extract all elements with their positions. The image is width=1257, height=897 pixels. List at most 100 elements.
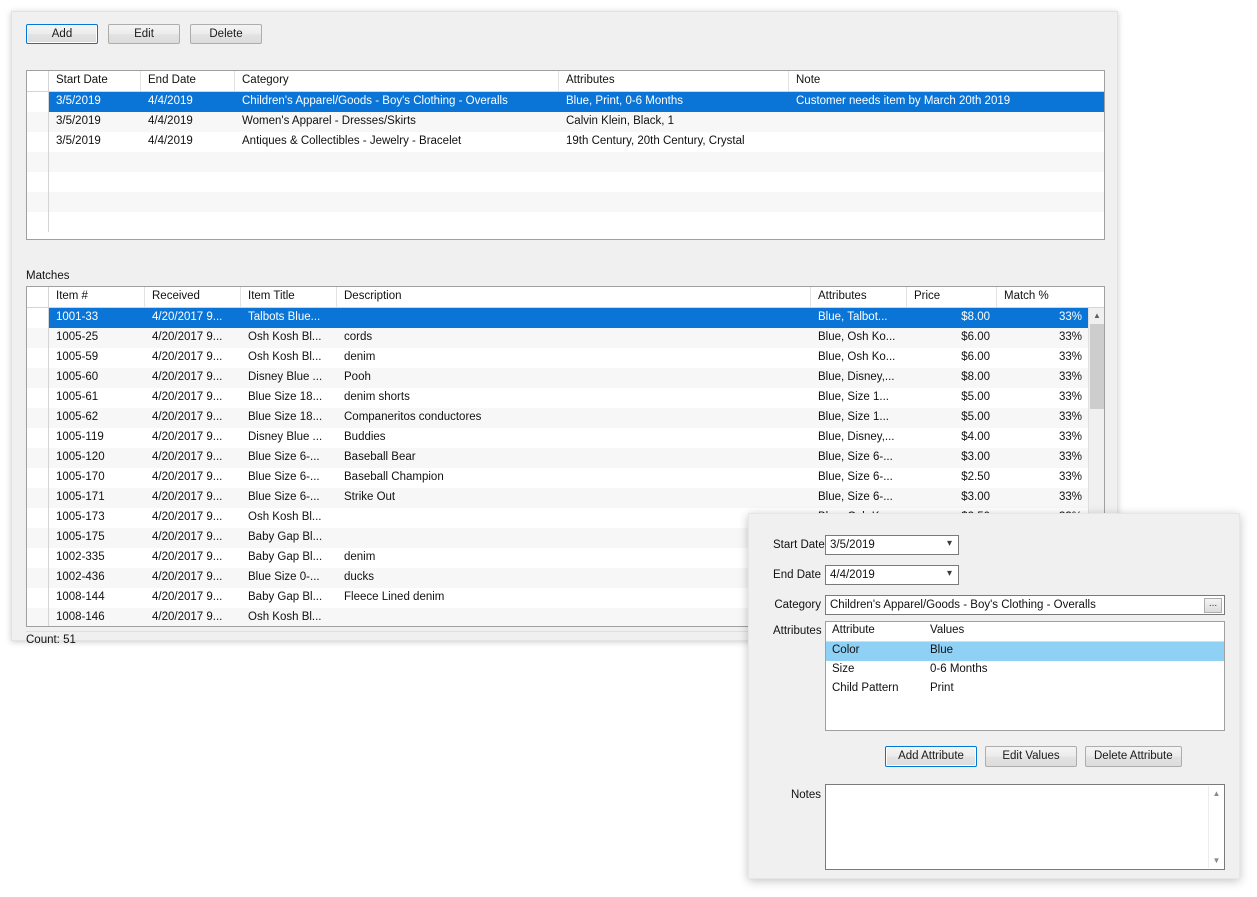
edit-request-dialog: Start Date 3/5/2019 ▾ End Date 4/4/2019 … [748, 513, 1240, 879]
column-header-values[interactable]: Values [924, 622, 1224, 641]
matches-grid-header: Item # Received Item Title Description A… [27, 287, 1104, 308]
cell-match-percent: 33% [997, 488, 1089, 508]
row-selector-cell[interactable] [27, 348, 49, 368]
attributes-grid-body: ColorBlueSize0-6 MonthsChild PatternPrin… [826, 642, 1224, 699]
column-header-start-date[interactable]: Start Date [49, 71, 141, 91]
cell-item-number: 1008-144 [49, 588, 145, 608]
table-row[interactable]: 1005-254/20/2017 9...Osh Kosh Bl...cords… [27, 328, 1104, 348]
table-row[interactable]: 3/5/20194/4/2019Women's Apparel - Dresse… [27, 112, 1104, 132]
column-header-attributes[interactable]: Attributes [559, 71, 789, 91]
table-row[interactable]: 1005-1704/20/2017 9...Blue Size 6-...Bas… [27, 468, 1104, 488]
table-row[interactable]: 3/5/20194/4/2019Children's Apparel/Goods… [27, 92, 1104, 112]
column-header-note[interactable]: Note [789, 71, 1104, 91]
cell-category: Antiques & Collectibles - Jewelry - Brac… [235, 132, 559, 152]
record-count-label: Count: 51 [26, 634, 76, 646]
row-selector-cell[interactable] [27, 308, 49, 328]
row-selector-cell[interactable] [27, 112, 49, 132]
row-selector-cell[interactable] [27, 328, 49, 348]
add-attribute-button[interactable]: Add Attribute [885, 746, 977, 767]
row-selector-cell [27, 152, 49, 172]
cell-description: Baseball Champion [337, 468, 811, 488]
column-header-match-attributes[interactable]: Attributes [811, 287, 907, 307]
delete-attribute-button[interactable]: Delete Attribute [1085, 746, 1182, 767]
cell-description [337, 608, 811, 627]
cell-note: Customer needs item by March 20th 2019 [789, 92, 1104, 112]
edit-button[interactable]: Edit [108, 24, 180, 44]
table-row[interactable]: 1005-604/20/2017 9...Disney Blue ...Pooh… [27, 368, 1104, 388]
cell-attributes: Blue, Size 1... [811, 388, 907, 408]
row-selector-cell[interactable] [27, 92, 49, 112]
cell-received: 4/20/2017 9... [145, 488, 241, 508]
cell-received: 4/20/2017 9... [145, 388, 241, 408]
attribute-row[interactable]: Child PatternPrint [826, 680, 1224, 699]
attributes-label: Attributes [773, 625, 821, 637]
table-row[interactable]: 1005-594/20/2017 9...Osh Kosh Bl...denim… [27, 348, 1104, 368]
row-selector-cell[interactable] [27, 568, 49, 588]
table-row[interactable]: 1005-1714/20/2017 9...Blue Size 6-...Str… [27, 488, 1104, 508]
row-selector-cell[interactable] [27, 588, 49, 608]
screen: Add Edit Delete Start Date End Date Cate… [0, 0, 1257, 897]
cell-attributes: Blue, Osh Ko... [811, 348, 907, 368]
cell-received: 4/20/2017 9... [145, 608, 241, 627]
table-row[interactable]: 1005-614/20/2017 9...Blue Size 18...deni… [27, 388, 1104, 408]
attribute-row[interactable]: ColorBlue [826, 642, 1224, 661]
row-selector-cell[interactable] [27, 388, 49, 408]
notes-vertical-scrollbar[interactable]: ▲ ▼ [1208, 786, 1223, 868]
scroll-up-arrow-icon[interactable]: ▲ [1089, 308, 1105, 324]
edit-values-button[interactable]: Edit Values [985, 746, 1077, 767]
cell-item-title: Baby Gap Bl... [241, 548, 337, 568]
end-date-value: 4/4/2019 [830, 569, 875, 581]
attribute-row[interactable]: Size0-6 Months [826, 661, 1224, 680]
table-row[interactable]: 1005-1204/20/2017 9...Blue Size 6-...Bas… [27, 448, 1104, 468]
delete-button[interactable]: Delete [190, 24, 262, 44]
column-header-item-title[interactable]: Item Title [241, 287, 337, 307]
column-header-match-percent[interactable]: Match % [997, 287, 1089, 307]
column-header-description[interactable]: Description [337, 287, 811, 307]
table-row[interactable]: 1005-624/20/2017 9...Blue Size 18...Comp… [27, 408, 1104, 428]
cell-description: Pooh [337, 368, 811, 388]
cell-received: 4/20/2017 9... [145, 548, 241, 568]
requests-grid[interactable]: Start Date End Date Category Attributes … [26, 70, 1105, 240]
column-header-attribute[interactable]: Attribute [826, 622, 924, 641]
column-header-category[interactable]: Category [235, 71, 559, 91]
category-browse-button[interactable]: ... [1204, 598, 1222, 613]
start-date-combo[interactable]: 3/5/2019 ▾ [825, 535, 959, 555]
row-selector-cell[interactable] [27, 132, 49, 152]
row-selector-cell[interactable] [27, 548, 49, 568]
end-date-combo[interactable]: 4/4/2019 ▾ [825, 565, 959, 585]
row-selector-cell[interactable] [27, 448, 49, 468]
cell-item-title: Osh Kosh Bl... [241, 348, 337, 368]
row-selector-cell[interactable] [27, 488, 49, 508]
cell-item-number: 1005-173 [49, 508, 145, 528]
row-selector-cell[interactable] [27, 508, 49, 528]
cell-end-date: 4/4/2019 [141, 112, 235, 132]
column-header-price[interactable]: Price [907, 287, 997, 307]
cell-description: Buddies [337, 428, 811, 448]
notes-scroll-up-icon[interactable]: ▲ [1209, 786, 1224, 801]
cell-attributes: Blue, Size 6-... [811, 448, 907, 468]
column-header-item-number[interactable]: Item # [49, 287, 145, 307]
notes-textarea[interactable]: ▲ ▼ [825, 784, 1225, 870]
cell-attributes: Blue, Osh Ko... [811, 328, 907, 348]
row-selector-cell[interactable] [27, 528, 49, 548]
cell-received: 4/20/2017 9... [145, 508, 241, 528]
row-selector-cell[interactable] [27, 428, 49, 448]
table-row[interactable]: 1001-334/20/2017 9...Talbots Blue...Blue… [27, 308, 1104, 328]
notes-scroll-down-icon[interactable]: ▼ [1209, 853, 1224, 868]
add-button[interactable]: Add [26, 24, 98, 44]
row-selector-cell[interactable] [27, 608, 49, 627]
cell-item-title: Osh Kosh Bl... [241, 508, 337, 528]
end-date-field-row: End Date 4/4/2019 ▾ [773, 565, 1221, 585]
cell-received: 4/20/2017 9... [145, 308, 241, 328]
attributes-grid[interactable]: Attribute Values ColorBlueSize0-6 Months… [825, 621, 1225, 731]
cell-item-title: Blue Size 18... [241, 388, 337, 408]
row-selector-cell[interactable] [27, 408, 49, 428]
row-selector-cell[interactable] [27, 468, 49, 488]
category-input[interactable]: Children's Apparel/Goods - Boy's Clothin… [825, 595, 1225, 615]
table-row[interactable]: 3/5/20194/4/2019Antiques & Collectibles … [27, 132, 1104, 152]
column-header-received[interactable]: Received [145, 287, 241, 307]
scrollbar-thumb[interactable] [1090, 324, 1104, 409]
table-row[interactable]: 1005-1194/20/2017 9...Disney Blue ...Bud… [27, 428, 1104, 448]
row-selector-cell[interactable] [27, 368, 49, 388]
column-header-end-date[interactable]: End Date [141, 71, 235, 91]
